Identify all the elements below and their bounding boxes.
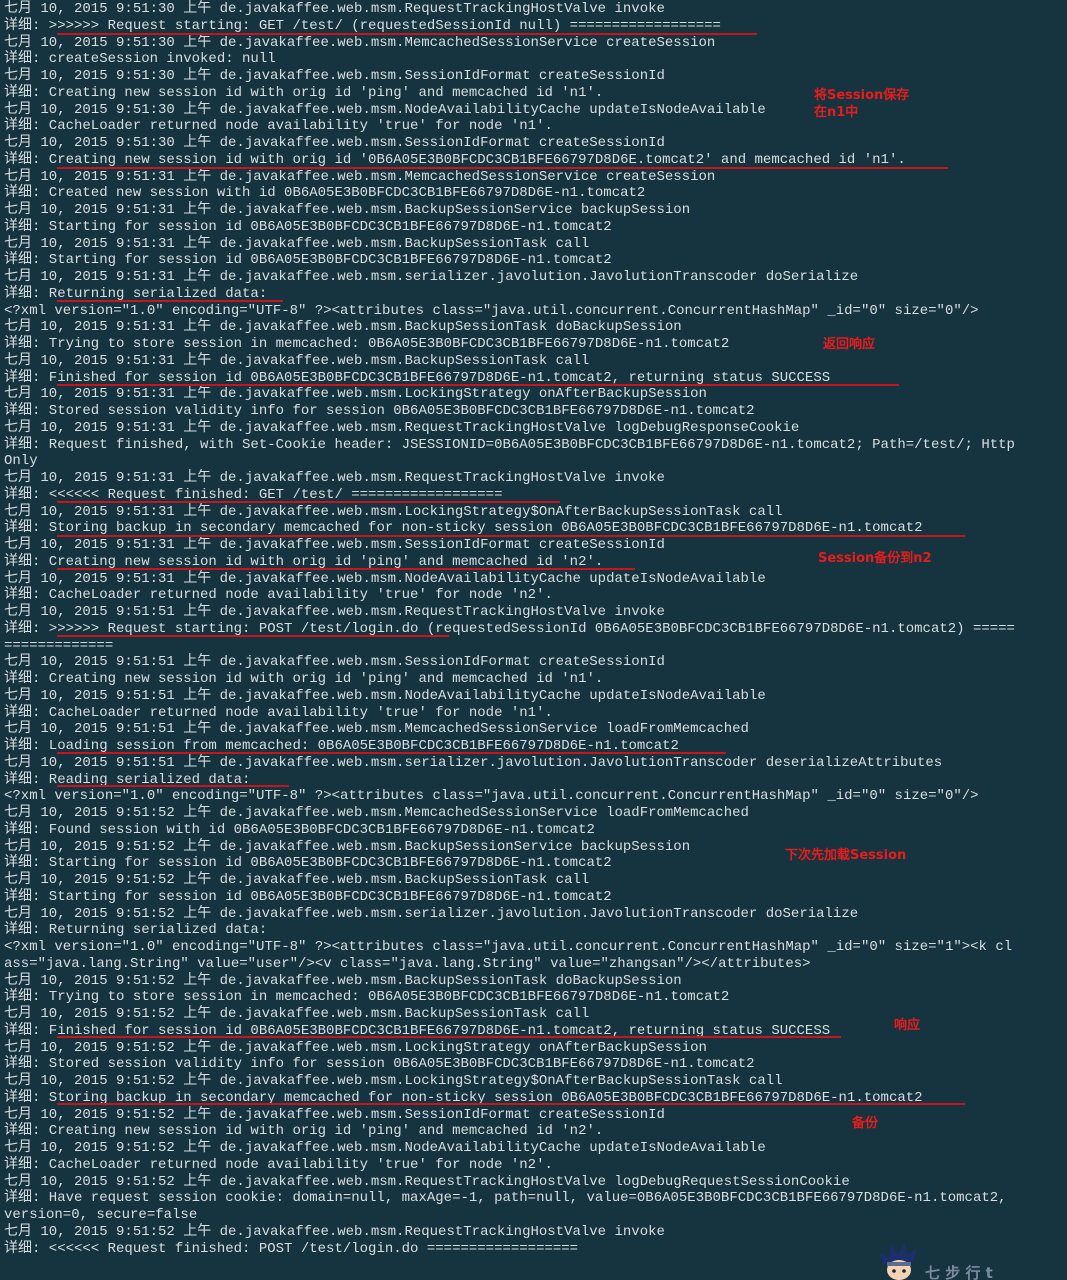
log-line: ============= [4, 637, 114, 654]
log-line: 详细: Starting for session id 0B6A05E3B0BF… [4, 218, 612, 235]
log-line: 七月 10, 2015 9:51:51 上午 de.javakaffee.web… [4, 604, 665, 620]
log-line: 详细: Found session with id 0B6A05E3B0BFCD… [4, 821, 595, 838]
log-line: 七月 10, 2015 9:51:31 上午 de.javakaffee.web… [4, 235, 590, 252]
log-line: 七月 10, 2015 9:51:52 上午 de.javakaffee.web… [4, 1006, 590, 1022]
log-line: 七月 10, 2015 9:51:52 上午 de.javakaffee.web… [4, 1073, 783, 1089]
log-line: 七月 10, 2015 9:51:51 上午 de.javakaffee.web… [4, 721, 749, 738]
log-line: 详细: Have request session cookie: domain=… [4, 1190, 1007, 1207]
log-line: 七月 10, 2015 9:51:31 上午 de.javakaffee.web… [4, 386, 707, 403]
highlight-underline [57, 785, 289, 787]
log-line: 七月 10, 2015 9:51:31 上午 de.javakaffee.web… [4, 419, 800, 436]
annotation-load-session-next: 下次先加载Session [785, 848, 907, 863]
log-line: 详细: createSession invoked: null [4, 51, 276, 68]
log-line: 七月 10, 2015 9:51:30 上午 de.javakaffee.web… [4, 68, 665, 84]
log-line: 详细: CacheLoader returned node availabili… [4, 587, 553, 604]
log-line: ass="java.lang.String" value="user"/><v … [4, 955, 811, 972]
log-line: 七月 10, 2015 9:51:30 上午 de.javakaffee.web… [4, 1, 665, 17]
log-line: 详细: >>>>>> Request starting: GET /test/ … [4, 17, 721, 34]
log-line: 七月 10, 2015 9:51:52 上午 de.javakaffee.web… [4, 805, 749, 821]
highlight-underline [57, 752, 726, 754]
highlight-underline [57, 33, 757, 35]
log-line: 详细: Request finished, with Set-Cookie he… [4, 436, 1015, 453]
log-line: 详细: CacheLoader returned node availabili… [4, 704, 553, 721]
watermark-text: 七 步 行 t [925, 1264, 993, 1280]
log-line: 七月 10, 2015 9:51:31 上午 de.javakaffee.web… [4, 503, 783, 520]
log-line: 详细: Starting for session id 0B6A05E3B0BF… [4, 888, 612, 905]
anime-avatar-icon [879, 1242, 917, 1280]
log-line: 七月 10, 2015 9:51:51 上午 de.javakaffee.web… [4, 654, 665, 671]
highlight-underline [57, 568, 635, 570]
log-line: version=0, secure=false [4, 1207, 198, 1223]
log-line: 详细: Creating new session id with orig id… [4, 151, 906, 168]
log-line: 七月 10, 2015 9:51:52 上午 de.javakaffee.web… [4, 872, 590, 888]
log-line: 七月 10, 2015 9:51:52 上午 de.javakaffee.web… [4, 1039, 707, 1056]
highlight-underline [57, 384, 899, 386]
log-line: 七月 10, 2015 9:51:52 上午 de.javakaffee.web… [4, 905, 859, 922]
log-line: 详细: Trying to store session in memcached… [4, 989, 730, 1006]
log-line: 详细: Starting for session id 0B6A05E3B0BF… [4, 252, 612, 269]
highlight-underline [57, 501, 560, 503]
log-line: 七月 10, 2015 9:51:30 上午 de.javakaffee.web… [4, 34, 716, 51]
annotation-backup-to-n2: Session备份到n2 [818, 551, 932, 566]
highlight-underline [57, 1036, 841, 1038]
log-line: 七月 10, 2015 9:51:52 上午 de.javakaffee.web… [4, 972, 682, 989]
log-line: <?xml version="1.0" encoding="UTF-8" ?><… [4, 788, 979, 805]
log-line: 七月 10, 2015 9:51:31 上午 de.javakaffee.web… [4, 352, 590, 369]
log-line: 七月 10, 2015 9:51:31 上午 de.javakaffee.web… [4, 202, 691, 218]
annotation-response: 响应 [894, 1018, 921, 1033]
annotation-save-in-n1: 将Session保存 在n1中 [814, 88, 910, 120]
annotation-return-response: 返回响应 [823, 337, 876, 352]
highlight-underline [57, 300, 283, 302]
log-line: 七月 10, 2015 9:51:52 上午 de.javakaffee.web… [4, 1173, 850, 1190]
highlight-underline [57, 535, 965, 537]
log-line: 七月 10, 2015 9:51:31 上午 de.javakaffee.web… [4, 168, 716, 185]
watermark: 七 步 行 t [877, 1240, 1067, 1280]
log-line: 七月 10, 2015 9:51:31 上午 de.javakaffee.web… [4, 470, 665, 486]
highlight-underline [57, 167, 948, 169]
terminal-window[interactable]: 七月 10, 2015 9:51:30 上午 de.javakaffee.web… [0, 0, 1067, 1280]
log-line: 详细: Creating new session id with orig id… [4, 671, 604, 687]
log-line: Only [4, 453, 38, 470]
log-line: 七月 10, 2015 9:51:31 上午 de.javakaffee.web… [4, 570, 766, 587]
log-line: 七月 10, 2015 9:51:31 上午 de.javakaffee.web… [4, 269, 859, 285]
log-line: 七月 10, 2015 9:51:51 上午 de.javakaffee.web… [4, 754, 943, 771]
log-line: <?xml version="1.0" encoding="UTF-8" ?><… [4, 302, 979, 319]
log-line: 七月 10, 2015 9:51:52 上午 de.javakaffee.web… [4, 1140, 766, 1156]
log-line: <?xml version="1.0" encoding="UTF-8" ?><… [4, 939, 1013, 955]
log-line: 七月 10, 2015 9:51:51 上午 de.javakaffee.web… [4, 687, 766, 704]
highlight-underline [57, 1103, 965, 1105]
log-line: 七月 10, 2015 9:51:31 上午 de.javakaffee.web… [4, 319, 682, 336]
log-line: 七月 10, 2015 9:51:30 上午 de.javakaffee.web… [4, 135, 665, 151]
log-line: 详细: Stored session validity info for ses… [4, 403, 755, 419]
log-line: 详细: CacheLoader returned node availabili… [4, 1156, 553, 1173]
log-line: 详细: Created new session with id 0B6A05E3… [4, 185, 646, 202]
log-line: 详细: <<<<<< Request finished: POST /test/… [4, 1240, 579, 1257]
log-line: 详细: Returning serialized data: [4, 922, 268, 939]
log-output: 七月 10, 2015 9:51:30 上午 de.javakaffee.web… [4, 1, 1015, 1257]
log-line: 七月 10, 2015 9:51:52 上午 de.javakaffee.web… [4, 1223, 665, 1240]
log-line: 详细: Stored session validity info for ses… [4, 1056, 755, 1073]
highlight-underline [57, 635, 449, 637]
annotation-backup: 备份 [852, 1116, 879, 1131]
